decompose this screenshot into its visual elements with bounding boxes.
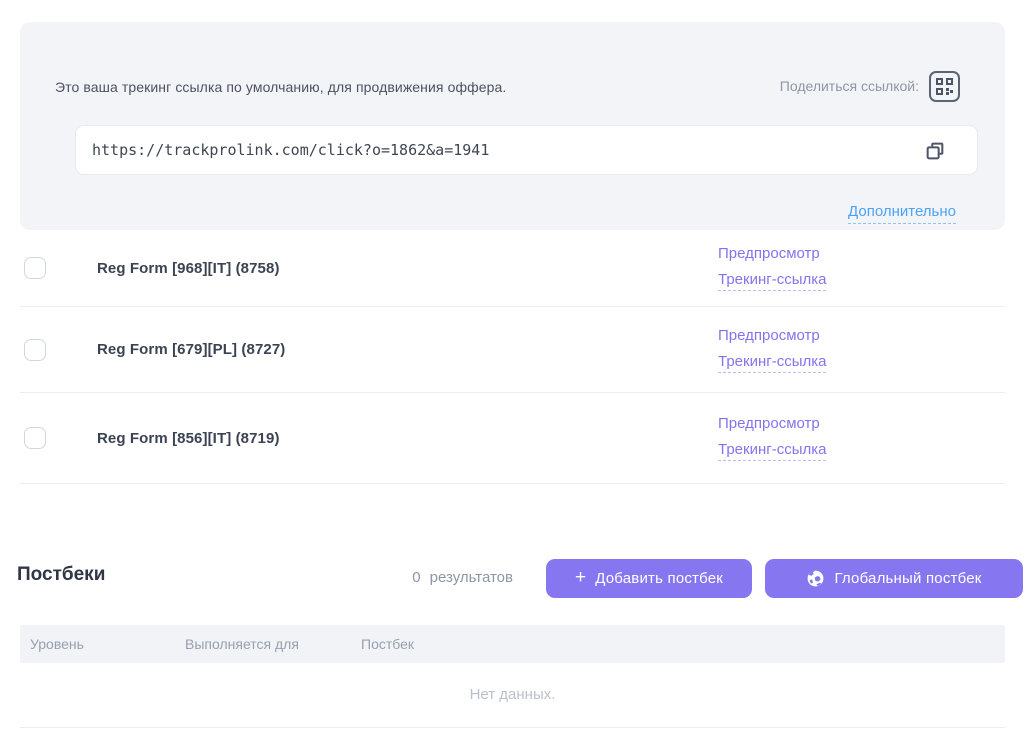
preview-link[interactable]: Предпросмотр	[718, 327, 820, 344]
global-postback-button[interactable]: Глобальный постбек	[765, 559, 1023, 598]
landing-title: Reg Form [679][PL] (8727)	[97, 341, 285, 358]
global-postback-label: Глобальный постбек	[834, 570, 981, 587]
tracking-url-input[interactable]	[75, 125, 978, 175]
copy-link-button[interactable]	[923, 139, 947, 163]
landing-title: Reg Form [856][IT] (8719)	[97, 430, 280, 447]
qr-code-button[interactable]	[929, 71, 960, 102]
add-postback-label: Добавить постбек	[595, 570, 723, 587]
results-count-label: результатов	[430, 569, 513, 586]
more-options-link[interactable]: Дополнительно	[848, 203, 956, 224]
landing-row: Reg Form [679][PL] (8727) Предпросмотр Т…	[20, 307, 1005, 393]
empty-state-text: Нет данных.	[20, 686, 1005, 703]
results-counter: 0 результатов	[412, 569, 513, 586]
row-checkbox[interactable]	[24, 427, 46, 449]
landing-row: Reg Form [856][IT] (8719) Предпросмотр Т…	[20, 393, 1005, 484]
postbacks-title: Постбеки	[17, 564, 105, 586]
bottom-divider	[20, 727, 1005, 728]
plus-icon: +	[575, 568, 586, 587]
postbacks-table-header: Уровень Выполняется для Постбек	[20, 625, 1005, 663]
row-checkbox[interactable]	[24, 257, 46, 279]
share-link-label: Поделиться ссылкой:	[780, 71, 919, 102]
column-header-level: Уровень	[30, 636, 185, 652]
column-header-postback: Постбек	[361, 636, 414, 652]
column-header-run-for: Выполняется для	[185, 636, 361, 652]
share-link-group: Поделиться ссылкой:	[780, 71, 960, 102]
row-links: Предпросмотр Трекинг-ссылка	[718, 307, 826, 392]
add-postback-button[interactable]: + Добавить постбек	[546, 559, 752, 598]
landing-title: Reg Form [968][IT] (8758)	[97, 260, 280, 277]
preview-link[interactable]: Предпросмотр	[718, 245, 820, 262]
tracking-link-card: Это ваша трекинг ссылка по умолчанию, дл…	[20, 22, 1005, 230]
landings-list: Reg Form [968][IT] (8758) Предпросмотр Т…	[20, 230, 1005, 484]
tracking-link[interactable]: Трекинг-ссылка	[718, 353, 826, 373]
preview-link[interactable]: Предпросмотр	[718, 415, 820, 432]
row-links: Предпросмотр Трекинг-ссылка	[718, 230, 826, 306]
tracking-link-description: Это ваша трекинг ссылка по умолчанию, дл…	[55, 79, 506, 95]
copy-icon	[924, 140, 946, 162]
tracking-link[interactable]: Трекинг-ссылка	[718, 271, 826, 291]
row-checkbox[interactable]	[24, 339, 46, 361]
globe-icon	[806, 569, 825, 588]
row-links: Предпросмотр Трекинг-ссылка	[718, 393, 826, 483]
tracking-link[interactable]: Трекинг-ссылка	[718, 441, 826, 461]
qr-code-icon	[936, 78, 953, 95]
results-count: 0	[412, 569, 420, 586]
landing-row: Reg Form [968][IT] (8758) Предпросмотр Т…	[20, 230, 1005, 307]
